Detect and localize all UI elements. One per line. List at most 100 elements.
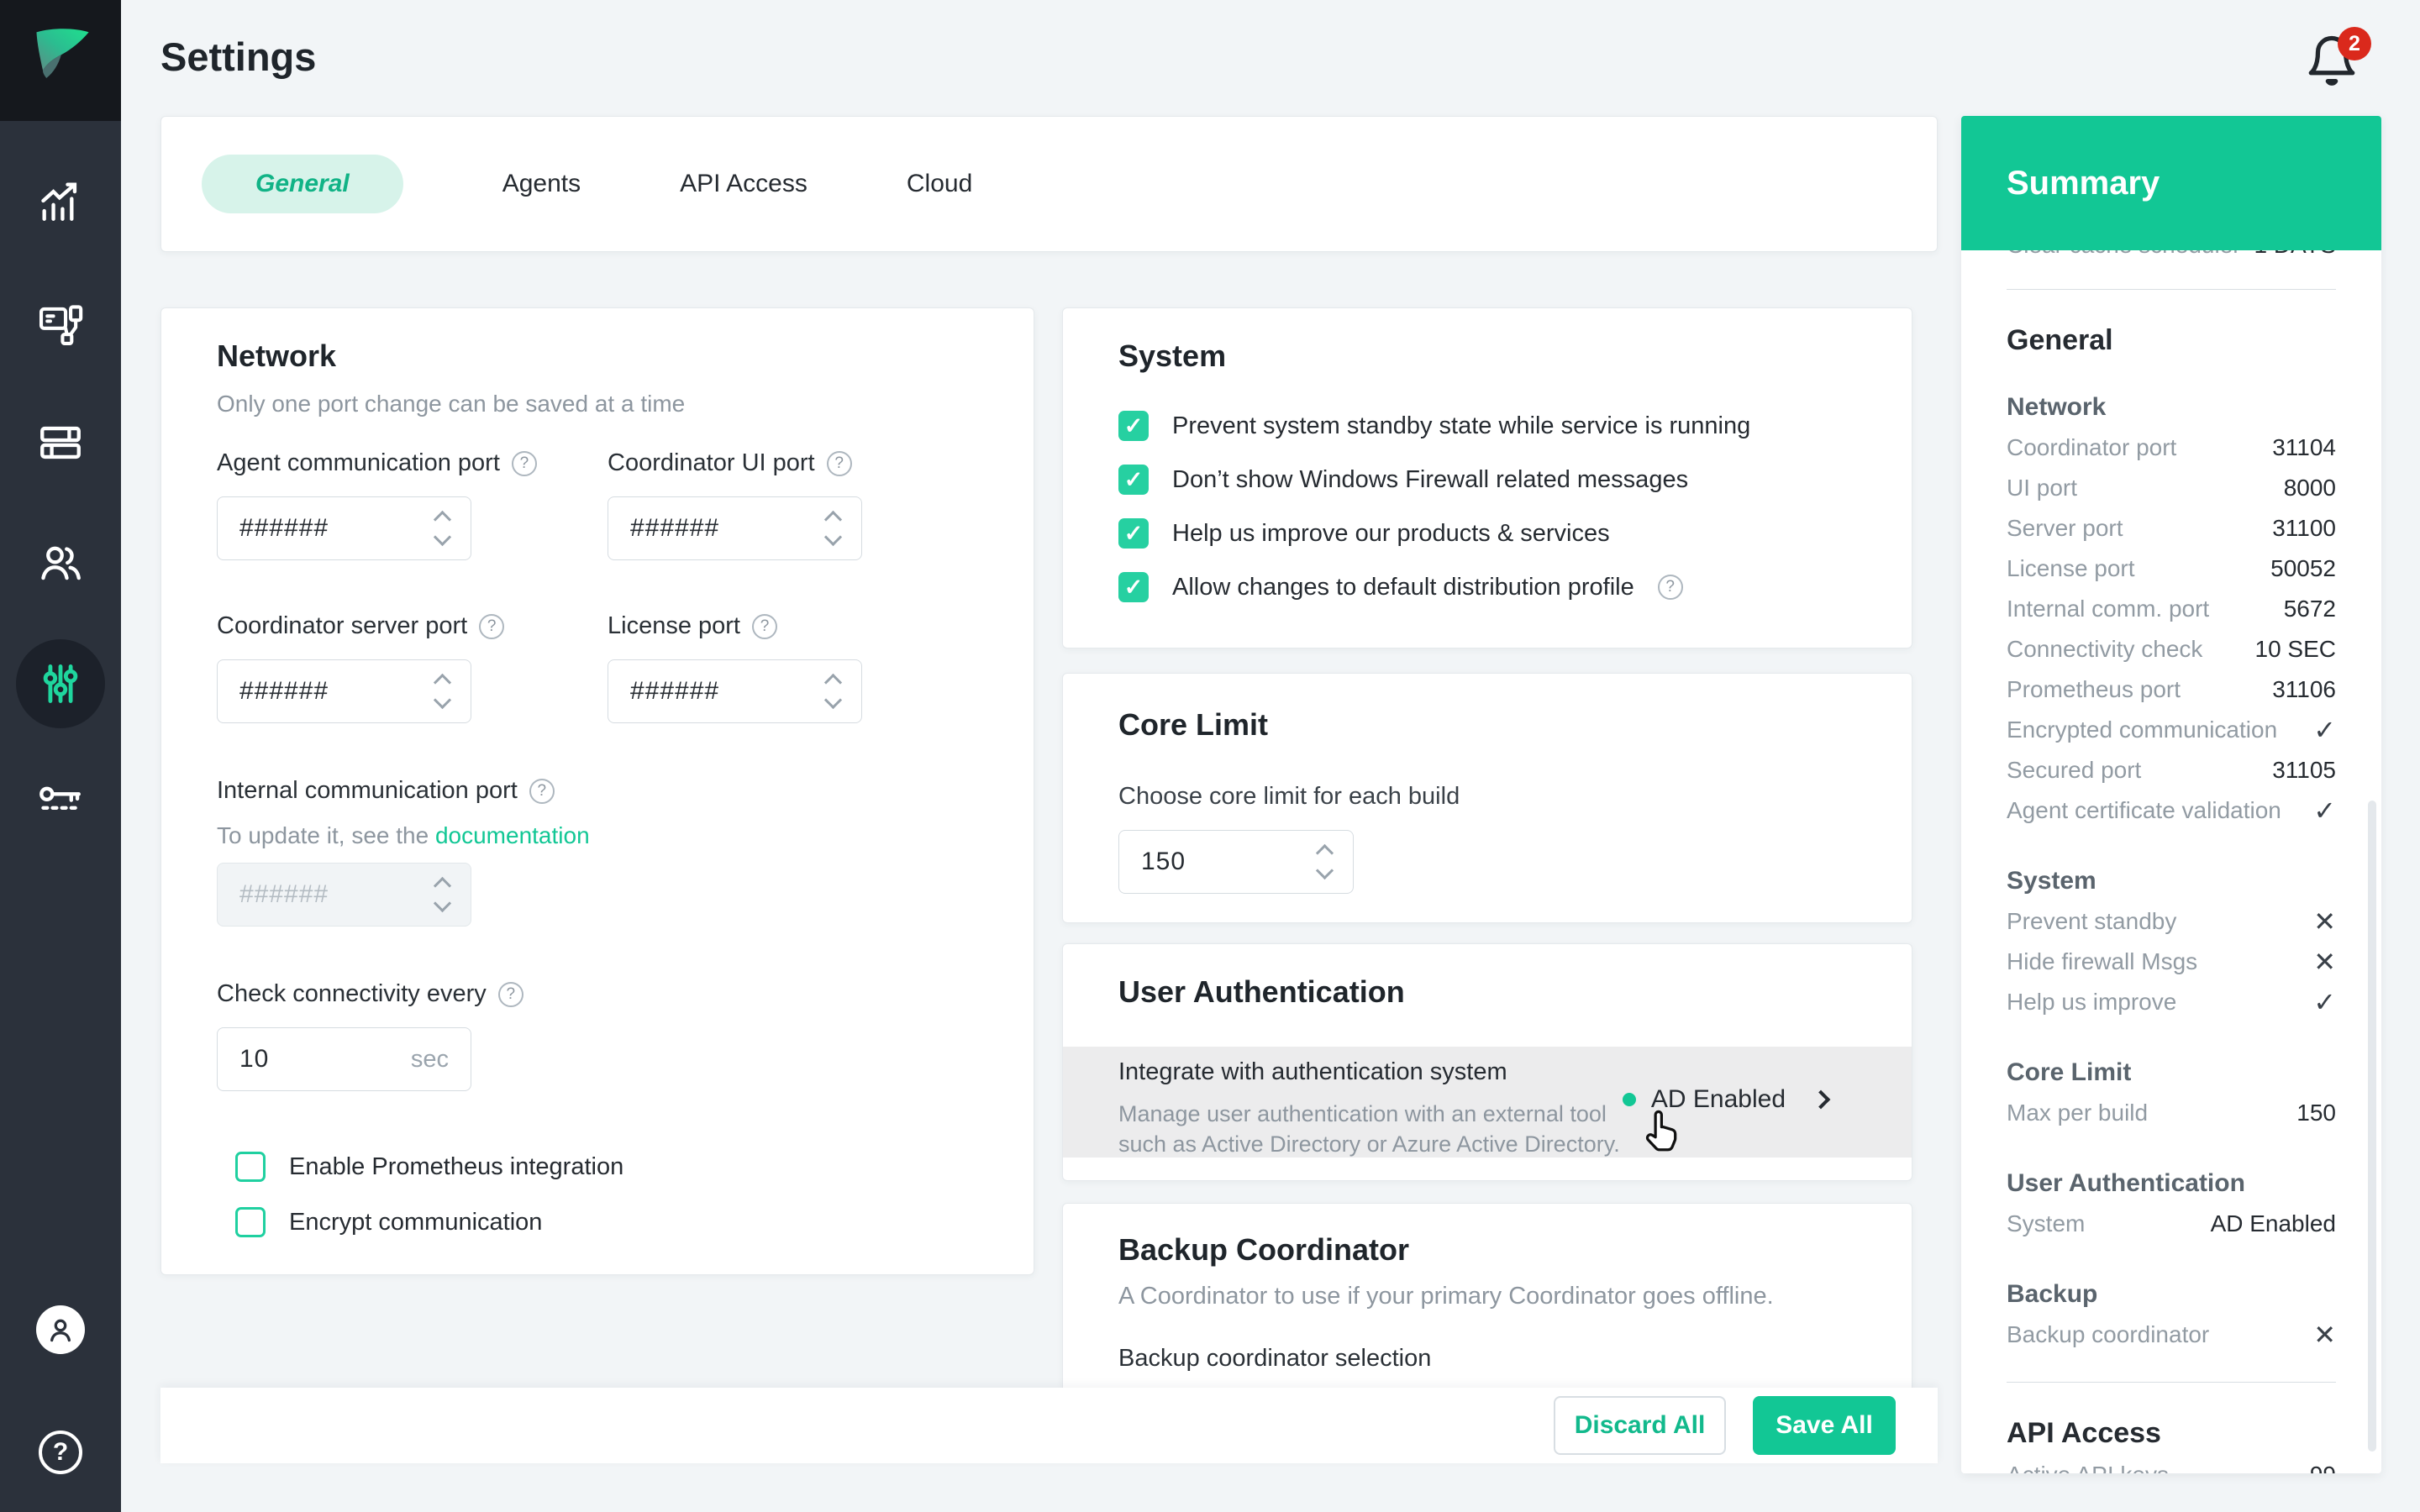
stepper-up-icon[interactable] — [434, 674, 451, 691]
coordinator-server-port-input[interactable]: ###### — [217, 659, 471, 723]
summary-subheader: Network — [1961, 392, 2381, 423]
summary-row-label: Coordinator port — [2007, 434, 2176, 461]
check-icon: ✓ — [1124, 467, 1144, 493]
stepper-up-icon[interactable] — [1316, 844, 1334, 862]
summary-row-label: Active API keys — [2007, 1462, 2169, 1473]
cursor-pointer-icon — [1640, 1107, 1689, 1156]
discard-all-button[interactable]: Discard All — [1554, 1396, 1726, 1455]
auth-integration-row[interactable]: Integrate with authentication system Man… — [1063, 1047, 1912, 1158]
summary-row-group: Active API keys99 — [1961, 1455, 2381, 1473]
status-dot-icon — [1623, 1093, 1636, 1106]
summary-row-label: Help us improve — [2007, 989, 2176, 1016]
stepper-down-icon — [434, 895, 451, 912]
backup-title: Backup Coordinator — [1118, 1232, 1409, 1268]
checkbox-row[interactable]: ✓Help us improve our products & services — [1118, 518, 1750, 549]
summary-subheader: User Authentication — [1961, 1168, 2381, 1199]
summary-row: Help us improve✓ — [1961, 982, 2381, 1022]
sidebar-item-settings-active[interactable] — [16, 639, 105, 728]
checkbox-row[interactable]: ✓ Allow changes to default distribution p… — [1118, 572, 1750, 602]
checkbox-row[interactable]: ✓ Don’t show Windows Firewall related mes… — [1118, 465, 1750, 495]
brand-logo-icon — [25, 25, 96, 96]
help-icon[interactable]: ? — [498, 982, 523, 1007]
stepper-up-icon[interactable] — [824, 674, 842, 691]
checkbox[interactable] — [235, 1152, 266, 1182]
sidebar-item-users[interactable] — [34, 536, 87, 590]
checkbox-row[interactable]: ✓ Prevent system standby state while serv… — [1118, 411, 1750, 441]
license-port-input[interactable]: ###### — [608, 659, 862, 723]
summary-row: Server port31100 — [1961, 508, 2381, 549]
summary-subheader: Core Limit — [1961, 1058, 2381, 1088]
agent-communication-port-input[interactable]: ###### — [217, 496, 471, 560]
checkbox-row[interactable]: Enable Prometheus integration — [235, 1152, 623, 1182]
summary-row: Internal comm. port5672 — [1961, 589, 2381, 629]
chevron-right-icon — [1812, 1090, 1831, 1110]
coordinator-ui-port-input[interactable]: ###### — [608, 496, 862, 560]
stepper-down-icon[interactable] — [1316, 862, 1334, 879]
check-connectivity-input[interactable]: 10 sec — [217, 1027, 471, 1091]
summary-row-label: Hide firewall Msgs — [2007, 948, 2197, 975]
summary-row-value: 50052 — [2270, 555, 2336, 582]
sidebar-item-license[interactable] — [34, 775, 87, 829]
core-limit-description: Choose core limit for each build — [1118, 783, 1460, 811]
help-icon[interactable]: ? — [512, 451, 537, 476]
summary-row-label: System — [2007, 1210, 2085, 1237]
tab-agents[interactable]: Agents — [502, 170, 581, 198]
save-all-button[interactable]: Save All — [1753, 1396, 1896, 1455]
summary-row: Prevent standby✕ — [1961, 901, 2381, 942]
help-icon[interactable]: ? — [479, 614, 504, 639]
documentation-link[interactable]: documentation — [435, 822, 590, 848]
system-checkbox-list: ✓ Prevent system standby state while serv… — [1118, 411, 1750, 602]
checkbox[interactable]: ✓ — [1118, 572, 1149, 602]
checkbox[interactable]: ✓ — [1118, 411, 1149, 441]
summary-row-label: UI port — [2007, 475, 2077, 501]
sidebar-item-help[interactable]: ? — [34, 1425, 87, 1479]
checkbox[interactable]: ✓ — [1118, 465, 1149, 495]
summary-row-value: 31106 — [2272, 676, 2336, 703]
tab-general[interactable]: General — [202, 155, 403, 213]
stepper-down-icon[interactable] — [824, 691, 842, 709]
core-limit-input[interactable]: 150 — [1118, 830, 1354, 894]
users-icon — [36, 538, 85, 587]
stepper-down-icon[interactable] — [824, 528, 842, 546]
summary-scrollbar[interactable] — [2368, 801, 2376, 1452]
backup-description: A Coordinator to use if your primary Coo… — [1118, 1283, 1774, 1310]
network-title: Network — [217, 339, 336, 374]
help-icon[interactable]: ? — [827, 451, 852, 476]
stepper-up-icon[interactable] — [824, 511, 842, 528]
help-icon[interactable]: ? — [529, 779, 555, 804]
checkbox-label: Allow changes to default distribution pr… — [1172, 574, 1634, 601]
sidebar-item-account[interactable] — [34, 1303, 87, 1357]
help-icon[interactable]: ? — [752, 614, 777, 639]
summary-row-label: Encrypted communication — [2007, 717, 2277, 743]
stepper-down-icon[interactable] — [434, 528, 451, 546]
checkbox-label: Don’t show Windows Firewall related mess… — [1172, 466, 1688, 494]
notifications-button[interactable]: 2 — [2304, 34, 2380, 109]
checkbox[interactable] — [235, 1207, 266, 1237]
backup-selection-label: Backup coordinator selection — [1118, 1345, 1431, 1373]
core-limit-section: Core Limit Choose core limit for each bu… — [1062, 673, 1912, 923]
checkbox-label: Prevent system standby state while servi… — [1172, 412, 1750, 440]
check-icon: ✓ — [2313, 795, 2336, 827]
stepper-up-icon[interactable] — [434, 511, 451, 528]
cross-icon: ✕ — [2313, 946, 2336, 978]
summary-row-label: License port — [2007, 555, 2135, 582]
tab-cloud[interactable]: Cloud — [907, 170, 972, 198]
checkbox[interactable]: ✓ — [1118, 518, 1149, 549]
stepper-down-icon[interactable] — [434, 691, 451, 709]
summary-row-label: Agent certificate validation — [2007, 797, 2281, 824]
sidebar-item-builds[interactable] — [34, 416, 87, 470]
checkbox-row[interactable]: Encrypt communication — [235, 1207, 623, 1237]
tab-api-access[interactable]: API Access — [680, 170, 808, 198]
system-section: System ✓ Prevent system standby state whi… — [1062, 307, 1912, 648]
summary-row-label: Backup coordinator — [2007, 1321, 2209, 1348]
app-logo[interactable] — [0, 0, 121, 121]
summary-row: Secured port31105 — [1961, 750, 2381, 790]
sidebar-item-agents[interactable] — [34, 297, 87, 351]
summary-row-value: 150 — [2296, 1100, 2336, 1126]
notification-badge: 2 — [2338, 27, 2371, 60]
check-icon: ✓ — [1124, 413, 1144, 439]
help-icon[interactable]: ? — [1658, 575, 1683, 600]
system-title: System — [1118, 339, 1226, 374]
summary-subheader: System — [1961, 866, 2381, 896]
sidebar-item-analytics[interactable] — [34, 174, 87, 228]
